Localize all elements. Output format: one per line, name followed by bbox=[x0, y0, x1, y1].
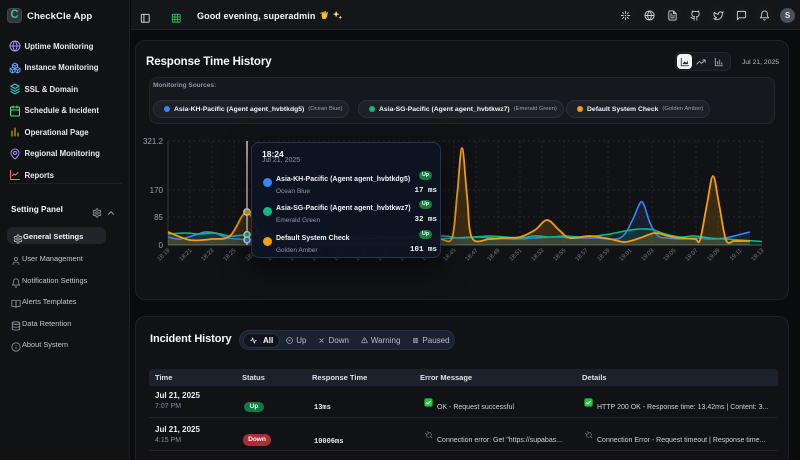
svg-text:18:57: 18:57 bbox=[575, 247, 590, 262]
svg-text:170: 170 bbox=[150, 186, 164, 195]
svg-text:19:11: 19:11 bbox=[729, 247, 744, 262]
svg-text:19:03: 19:03 bbox=[641, 247, 656, 262]
svg-text:18:59: 18:59 bbox=[597, 247, 612, 262]
svg-text:85: 85 bbox=[154, 213, 163, 222]
svg-text:18:23: 18:23 bbox=[201, 247, 216, 262]
svg-text:0: 0 bbox=[159, 241, 164, 250]
svg-text:18:21: 18:21 bbox=[179, 247, 194, 262]
svg-text:18:25: 18:25 bbox=[223, 247, 238, 262]
svg-text:18:53: 18:53 bbox=[531, 247, 546, 262]
svg-text:18:49: 18:49 bbox=[487, 247, 502, 262]
svg-text:321.2: 321.2 bbox=[143, 137, 164, 146]
svg-text:19:09: 19:09 bbox=[707, 247, 722, 262]
svg-text:18:51: 18:51 bbox=[509, 247, 524, 262]
svg-text:18:55: 18:55 bbox=[553, 247, 568, 262]
svg-text:19:13: 19:13 bbox=[751, 247, 766, 262]
svg-text:19:01: 19:01 bbox=[619, 247, 634, 262]
svg-text:19:05: 19:05 bbox=[663, 247, 678, 262]
svg-text:18:45: 18:45 bbox=[443, 247, 458, 262]
svg-text:18:47: 18:47 bbox=[465, 247, 480, 262]
svg-text:19:07: 19:07 bbox=[685, 247, 700, 262]
